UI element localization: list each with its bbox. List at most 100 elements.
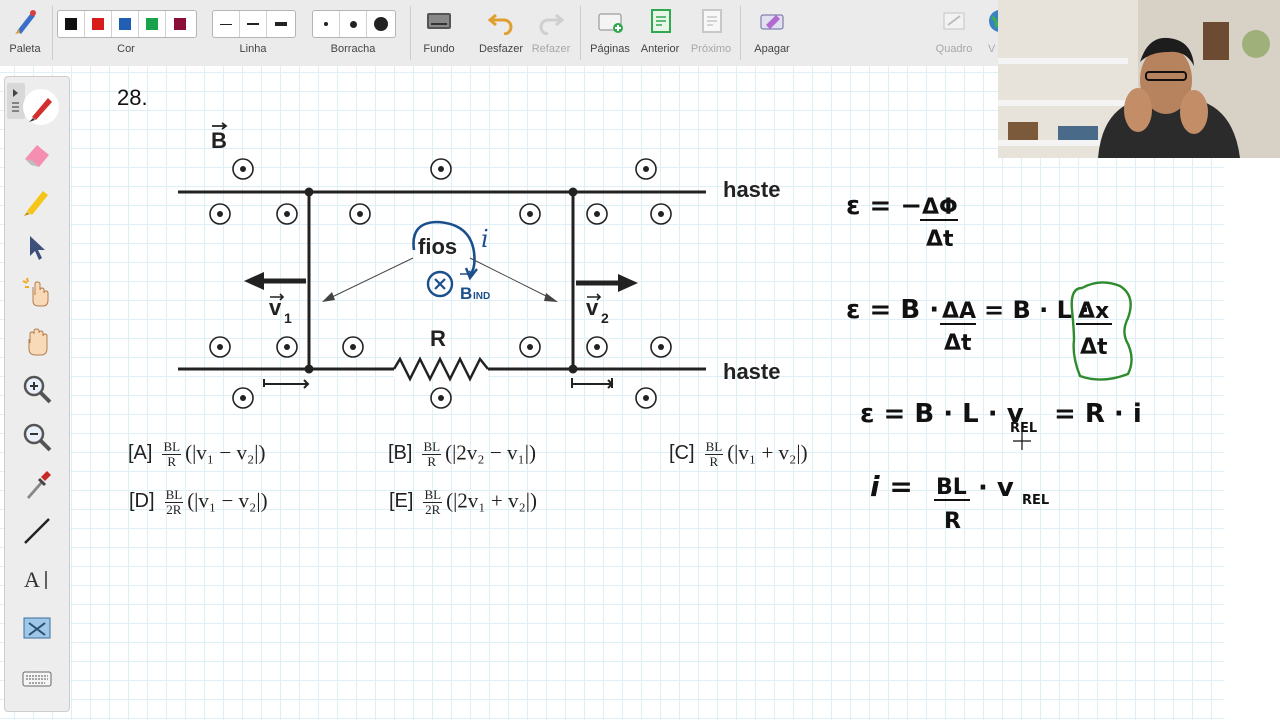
v2-subscript: 2 xyxy=(601,310,609,326)
redo-button[interactable]: Refazer xyxy=(528,0,574,66)
numerator: BL xyxy=(162,439,182,455)
denominator: 2R xyxy=(166,502,182,517)
palette-button[interactable]: Paleta xyxy=(0,0,50,66)
plaque xyxy=(1242,30,1270,58)
board-margin xyxy=(1224,66,1280,720)
highlighter-tool-button[interactable] xyxy=(19,183,55,219)
denominator: R xyxy=(709,454,719,469)
background-button[interactable]: Fundo xyxy=(415,0,463,66)
screenshot-tool-button[interactable] xyxy=(19,611,55,647)
option-d-expression: (|v₁ − v₂|) xyxy=(187,488,268,513)
field-dot-center xyxy=(527,211,533,217)
svg-text:A: A xyxy=(24,567,40,592)
keyboard-icon xyxy=(22,671,52,687)
eq4-rhs: · v xyxy=(978,473,1014,503)
color-group: Cor xyxy=(57,0,195,66)
undo-icon xyxy=(487,13,513,35)
color-label: Cor xyxy=(117,43,135,55)
numerator: BL xyxy=(164,487,184,503)
background-label: Fundo xyxy=(423,43,455,55)
text-tool-button[interactable]: A xyxy=(19,561,55,597)
option-d-fraction: BL 2R xyxy=(164,487,184,517)
v2-arrowhead-icon xyxy=(618,274,638,292)
previous-button[interactable]: Anterior xyxy=(636,0,684,66)
option-a[interactable]: [A] BL R (|v₁ − v₂|) xyxy=(128,440,265,469)
separator xyxy=(52,6,53,60)
magic-hand-icon xyxy=(22,277,49,307)
erase-all-button[interactable]: Apagar xyxy=(748,0,796,66)
line-icon xyxy=(24,518,50,544)
next-label: Próximo xyxy=(690,43,732,55)
erase-all-label: Apagar xyxy=(754,43,790,55)
globe-icon xyxy=(989,10,998,32)
eq2-numerator-2: Δx xyxy=(1078,299,1109,324)
eq2-denominator: Δt xyxy=(944,331,972,356)
option-e-fraction: BL 2R xyxy=(423,488,443,517)
keyboard-background-icon xyxy=(427,13,451,29)
eq3-rhs: = R · i xyxy=(1054,399,1142,429)
field-dot-center xyxy=(643,166,649,172)
undo-label: Desfazer xyxy=(478,43,524,55)
denominator: 2R xyxy=(425,502,441,517)
shelf-object xyxy=(1008,122,1038,140)
eq4-lhs: i = xyxy=(870,470,913,503)
numerator: BL xyxy=(422,439,442,455)
field-dot-center xyxy=(240,166,246,172)
next-page-icon xyxy=(702,9,722,33)
tool-sidebar: A xyxy=(4,76,70,712)
line-tool-button[interactable] xyxy=(19,513,55,549)
field-dot-center xyxy=(240,395,246,401)
pages-button[interactable]: Páginas xyxy=(587,0,633,66)
eq2-denominator-2: Δt xyxy=(1080,335,1108,360)
displacement-arrow-right-icon xyxy=(571,378,614,389)
eq2-numerator: ΔA xyxy=(942,299,976,324)
option-b-expression: (|2v₂ − v₁|) xyxy=(445,440,536,465)
frame-button[interactable]: Quadro xyxy=(930,0,978,66)
undo-button[interactable]: Desfazer xyxy=(476,0,526,66)
option-e-tag: [E] xyxy=(389,490,414,513)
eraser-tool-button[interactable] xyxy=(19,137,55,173)
previous-page-icon xyxy=(651,9,671,33)
pointer-arrowhead-icon xyxy=(322,292,335,302)
v2-label: v xyxy=(586,295,599,320)
shelf xyxy=(998,100,1128,106)
eraser-icon xyxy=(25,145,49,167)
select-tool-button[interactable] xyxy=(19,229,55,265)
option-a-expression: (|v₁ − v₂|) xyxy=(185,440,266,465)
v1-arrowhead-icon xyxy=(244,272,264,290)
frame-label: Quadro xyxy=(935,43,973,55)
field-dot-center xyxy=(643,395,649,401)
line-group: Linha xyxy=(212,0,294,66)
v1-subscript: 1 xyxy=(284,310,292,326)
separator xyxy=(580,6,581,60)
eraser-group: Borracha xyxy=(312,0,394,66)
pen-icon xyxy=(29,98,52,122)
hand-icon xyxy=(28,328,48,356)
pan-tool-button[interactable] xyxy=(19,323,55,359)
eq3-lhs: ε = B · L · v xyxy=(860,399,1024,429)
option-d[interactable]: [D] BL 2R (|v₁ − v₂|) xyxy=(129,488,268,517)
zoom-in-button[interactable] xyxy=(19,371,55,407)
next-button[interactable]: Próximo xyxy=(688,0,734,66)
fios-label: fios xyxy=(418,234,457,259)
option-e-expression: (|2v₁ + v₂|) xyxy=(446,488,537,513)
field-dot-center xyxy=(438,395,444,401)
option-b[interactable]: [B] BL R (|2v₂ − v₁|) xyxy=(388,440,536,469)
pointer-tool-button[interactable] xyxy=(19,275,55,311)
question-number: 28. xyxy=(117,85,148,110)
option-c-tag: [C] xyxy=(669,442,695,465)
option-e[interactable]: [E] BL 2R (|2v₁ + v₂|) xyxy=(389,488,537,517)
keyboard-button[interactable] xyxy=(19,661,55,697)
shelf xyxy=(998,58,1128,64)
globe-button[interactable]: V xyxy=(982,0,998,66)
denominator: R xyxy=(427,454,437,469)
zoom-out-button[interactable] xyxy=(19,419,55,455)
cut-label: V xyxy=(988,43,996,55)
field-dot-center xyxy=(658,344,664,350)
pen-tool-button[interactable] xyxy=(23,89,59,125)
highlighter-icon xyxy=(24,191,48,216)
color-picker-button[interactable] xyxy=(19,467,55,503)
option-c-expression: (|v₁ + v₂|) xyxy=(727,440,808,465)
option-c[interactable]: [C] BL R (|v₁ + v₂|) xyxy=(669,440,808,469)
option-a-fraction: BL R xyxy=(162,439,182,469)
